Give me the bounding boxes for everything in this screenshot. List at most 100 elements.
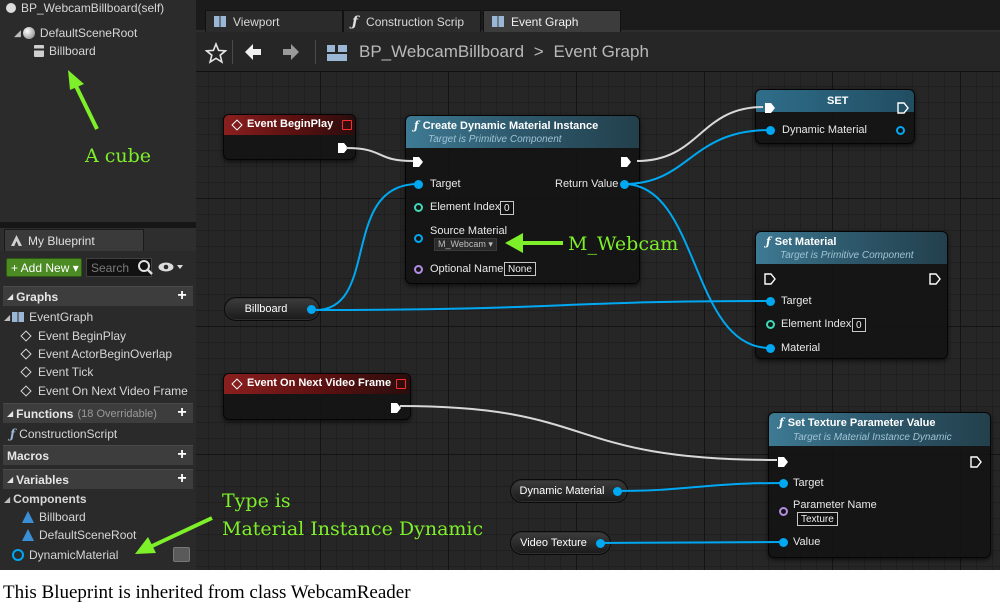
- dynamic-material-out-pin[interactable]: [896, 126, 905, 135]
- visibility-eye-icon[interactable]: [158, 261, 186, 273]
- optional-name-value[interactable]: None: [504, 262, 536, 276]
- variable-label: Video Texture: [520, 537, 587, 549]
- favorite-star-icon[interactable]: [205, 42, 227, 64]
- tree-item-event-actorbeginoverlap[interactable]: Event ActorBeginOverlap: [20, 345, 172, 363]
- target-pin[interactable]: [779, 479, 788, 488]
- variable-node-billboard[interactable]: Billboard: [224, 297, 320, 321]
- element-index-pin[interactable]: [414, 203, 423, 212]
- tree-item-event-tick[interactable]: Event Tick: [20, 363, 93, 381]
- tree-item-default-scene-root[interactable]: ◢ DefaultSceneRoot: [14, 24, 137, 42]
- tree-item-eventgraph[interactable]: ◢ EventGraph: [4, 308, 93, 326]
- tab-construction-script[interactable]: ƒ Construction Scrip: [343, 10, 481, 32]
- section-macros[interactable]: Macros +: [3, 445, 193, 465]
- variable-node-dynamic-material[interactable]: Dynamic Material: [510, 479, 628, 503]
- event-graph-icon: [492, 16, 504, 27]
- dynamic-material-in-pin[interactable]: [766, 126, 775, 135]
- exec-out-pin[interactable]: [929, 273, 941, 285]
- tab-viewport[interactable]: Viewport: [205, 10, 343, 32]
- add-graph-icon[interactable]: +: [175, 288, 189, 304]
- variable-label: Dynamic Material: [519, 485, 605, 497]
- delegate-pin-icon[interactable]: [396, 379, 406, 389]
- panel-divider[interactable]: [0, 222, 196, 228]
- tree-item-event-on-next-video-frame[interactable]: Event On Next Video Frame: [20, 382, 188, 400]
- tree-item-label: Event On Next Video Frame: [38, 384, 188, 398]
- dynamic-material-out-pin[interactable]: [613, 487, 622, 496]
- value-pin[interactable]: [779, 538, 788, 547]
- target-pin[interactable]: [414, 180, 423, 189]
- target-pin[interactable]: [766, 297, 775, 306]
- pin-label-element-index: Element Index: [781, 318, 852, 330]
- tree-item-event-beginplay[interactable]: Event BeginPlay: [20, 327, 127, 345]
- event-diamond-icon: [20, 366, 32, 378]
- parameter-name-pin[interactable]: [779, 507, 788, 516]
- node-title: SET: [827, 95, 849, 107]
- node-title: ƒ Create Dynamic Material Instance: [414, 119, 598, 132]
- source-material-dropdown[interactable]: M_Webcam ▾: [434, 238, 497, 251]
- variable-billboard[interactable]: Billboard: [22, 508, 86, 526]
- event-diamond-icon: [20, 348, 32, 360]
- element-index-value[interactable]: 0: [500, 201, 514, 215]
- function-icon: ƒ: [414, 119, 419, 132]
- breadcrumb-blueprint[interactable]: BP_WebcamBillboard: [359, 42, 524, 61]
- pin-label-target: Target: [781, 295, 812, 307]
- add-macro-icon[interactable]: +: [175, 447, 189, 463]
- back-arrow-icon[interactable]: [243, 42, 263, 62]
- billboard-out-pin[interactable]: [307, 305, 316, 314]
- node-title: Event BeginPlay: [247, 118, 334, 130]
- node-event-beginplay[interactable]: Event BeginPlay: [223, 114, 356, 160]
- exec-in-pin[interactable]: [412, 156, 424, 168]
- forward-arrow-icon[interactable]: [281, 42, 301, 62]
- tree-item-billboard[interactable]: Billboard: [34, 42, 96, 60]
- exec-out-pin[interactable]: [390, 402, 402, 414]
- variable-default-scene-root[interactable]: DefaultSceneRoot: [22, 526, 136, 544]
- node-subtitle: Target is Primitive Component: [780, 250, 914, 261]
- return-value-pin[interactable]: [620, 180, 629, 189]
- variable-type-dropdown[interactable]: [173, 547, 190, 562]
- tree-item-construction-script[interactable]: ƒ ConstructionScript: [10, 425, 117, 443]
- node-set-texture-parameter-value[interactable]: ƒ Set Texture Parameter Value Target is M…: [768, 412, 991, 558]
- source-material-pin[interactable]: [414, 234, 423, 243]
- variable-label: Billboard: [244, 303, 288, 315]
- material-pin[interactable]: [766, 344, 775, 353]
- pin-label-element-index: Element Index: [430, 201, 501, 213]
- optional-name-pin[interactable]: [414, 265, 423, 274]
- parameter-name-value[interactable]: Texture: [797, 512, 838, 526]
- node-create-dynamic-material-instance[interactable]: ƒ Create Dynamic Material Instance Target…: [405, 115, 640, 284]
- node-event-on-next-video-frame[interactable]: Event On Next Video Frame: [223, 373, 411, 420]
- figure-caption: This Blueprint is inherited from class W…: [3, 582, 411, 603]
- pin-label-return-value: Return Value: [555, 178, 619, 190]
- tab-event-graph[interactable]: Event Graph: [483, 10, 621, 32]
- toolbar-separator: [315, 40, 316, 64]
- tab-label: Event Graph: [511, 14, 579, 29]
- exec-in-pin[interactable]: [764, 102, 776, 114]
- exec-in-pin[interactable]: [777, 456, 789, 468]
- exec-out-pin[interactable]: [337, 142, 349, 154]
- exec-out-pin[interactable]: [970, 456, 982, 468]
- delegate-pin-icon[interactable]: [342, 120, 352, 130]
- search-icon[interactable]: [137, 259, 153, 275]
- exec-out-pin[interactable]: [620, 156, 632, 168]
- video-texture-out-pin[interactable]: [596, 539, 605, 548]
- section-graphs[interactable]: ◢ Graphs +: [3, 286, 193, 306]
- tree-item-self[interactable]: BP_WebcamBillboard(self): [6, 0, 164, 17]
- node-set-material[interactable]: ƒ Set Material Target is Primitive Compon…: [755, 231, 948, 359]
- variable-node-video-texture[interactable]: Video Texture: [510, 531, 611, 555]
- tab-my-blueprint[interactable]: My Blueprint: [4, 229, 144, 251]
- tree-item-label: Event BeginPlay: [38, 329, 127, 343]
- section-functions[interactable]: ◢ Functions (18 Overridable) +: [3, 403, 193, 423]
- exec-out-pin[interactable]: [897, 102, 909, 114]
- variable-dynamic-material[interactable]: DynamicMaterial: [12, 546, 118, 564]
- expand-arrow-icon: ◢: [14, 27, 21, 38]
- breadcrumb-graph[interactable]: Event Graph: [553, 42, 648, 61]
- editor-screenshot: BP_WebcamBillboard(self) ◢ DefaultSceneR…: [0, 0, 1000, 570]
- exec-in-pin[interactable]: [764, 273, 776, 285]
- add-function-icon[interactable]: +: [175, 405, 189, 421]
- add-variable-icon[interactable]: +: [175, 471, 189, 487]
- node-set-dynamic-material[interactable]: SET Dynamic Material: [755, 89, 915, 144]
- section-variables[interactable]: ◢ Variables +: [3, 469, 193, 489]
- element-index-pin[interactable]: [766, 320, 775, 329]
- add-new-button[interactable]: + Add New ▾: [6, 258, 82, 277]
- event-graph-icon: [12, 312, 25, 322]
- element-index-value[interactable]: 0: [852, 318, 866, 332]
- section-components[interactable]: ◢ Components: [4, 490, 87, 508]
